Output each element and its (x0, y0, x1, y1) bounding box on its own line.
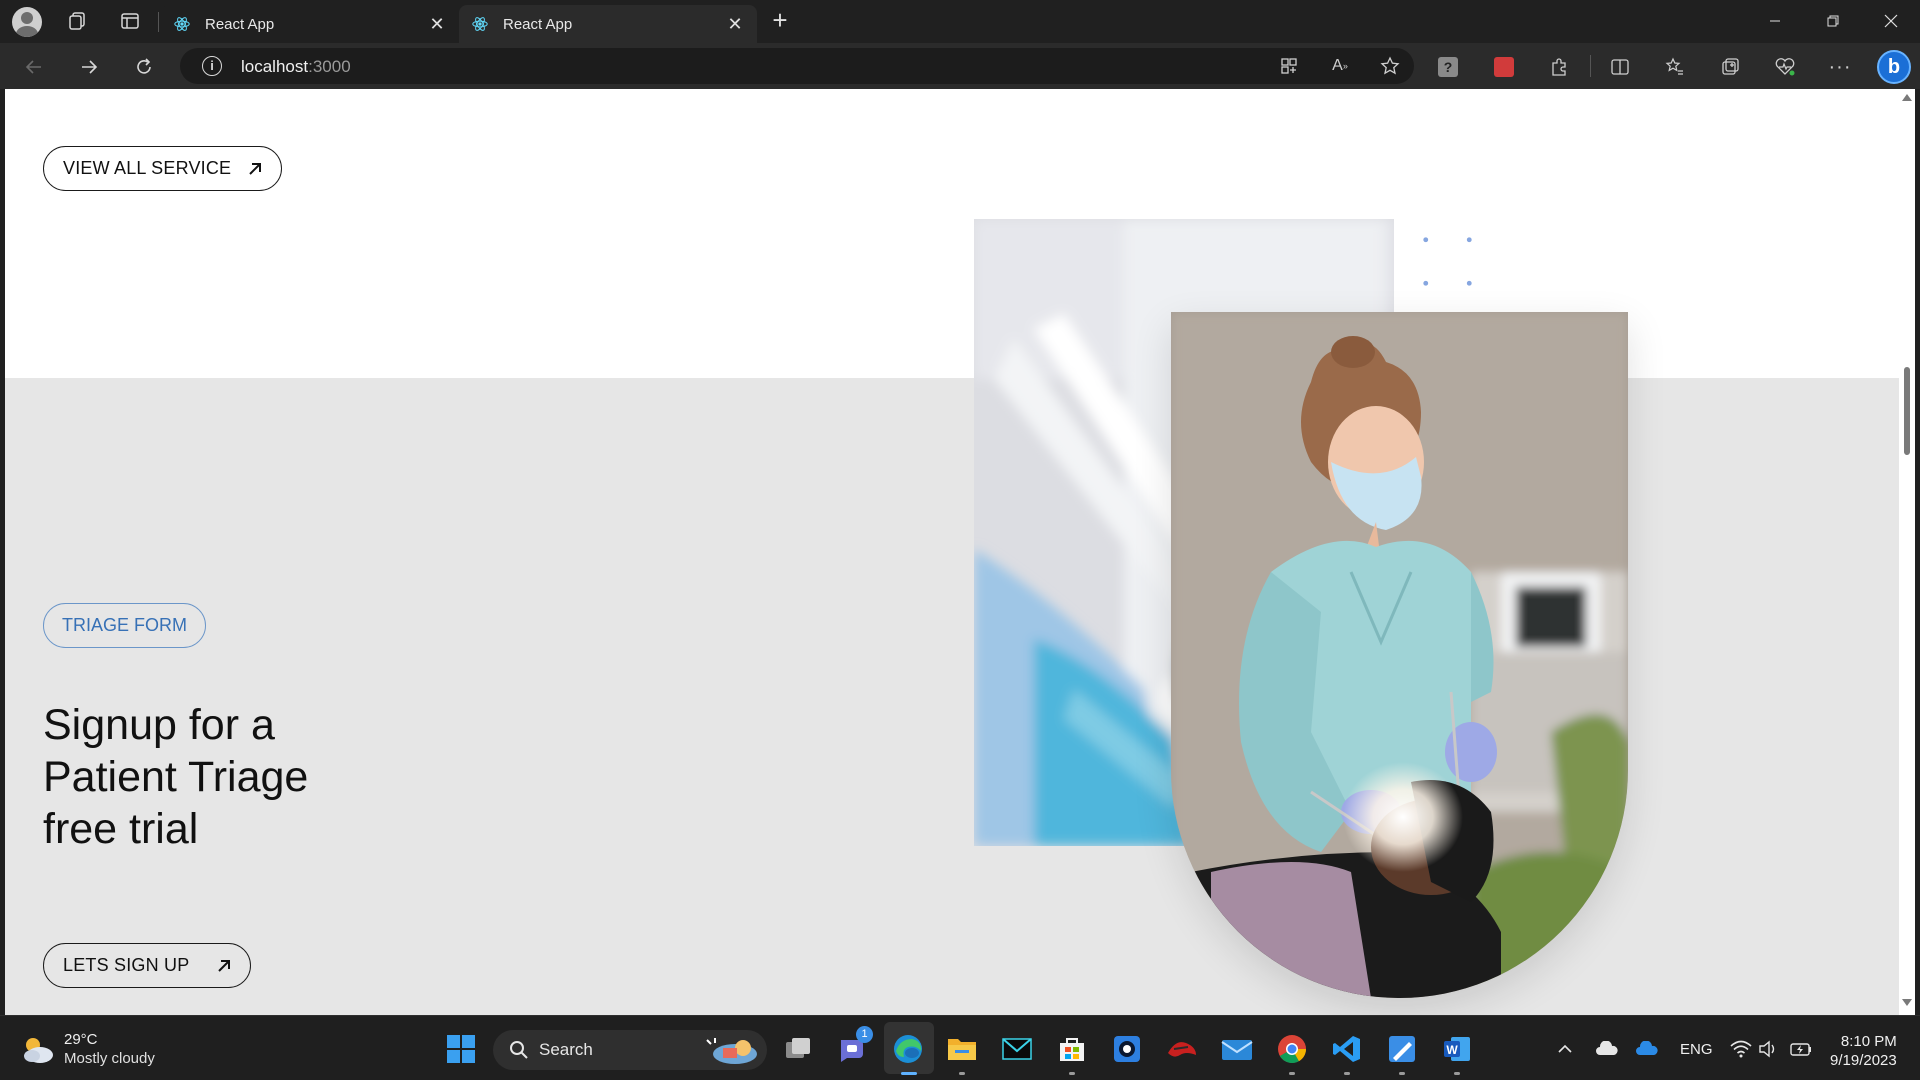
close-window-button[interactable] (1868, 6, 1914, 36)
svg-text:W: W (1446, 1043, 1458, 1057)
tab-bar: React App ✕ React App ✕ + (0, 0, 1920, 43)
restore-button[interactable] (1810, 6, 1856, 36)
favorite-star-icon[interactable] (1374, 50, 1406, 82)
help-extension-icon[interactable]: ? (1432, 51, 1464, 83)
chrome-running-indicator (1289, 1072, 1295, 1075)
arrow-up-right-icon (218, 959, 231, 972)
vscode-icon[interactable] (1330, 1032, 1364, 1066)
lets-sign-up-button[interactable]: LETS SIGN UP (43, 943, 252, 988)
profile-avatar[interactable] (12, 7, 42, 37)
search-icon (510, 1041, 528, 1059)
taskbar-clock[interactable]: 8:10 PM 9/19/2023 (1830, 1032, 1897, 1070)
back-button[interactable] (18, 51, 50, 83)
camera-app-icon[interactable] (1110, 1032, 1144, 1066)
microsoft-store-icon[interactable] (1055, 1032, 1089, 1066)
bing-copilot-icon[interactable]: b (1876, 49, 1912, 85)
tab-react-app-2[interactable]: React App ✕ (459, 5, 757, 43)
minimize-button[interactable] (1752, 6, 1798, 36)
weather-widget[interactable]: 29°C Mostly cloudy (20, 1030, 155, 1068)
vscode-running-indicator (1344, 1072, 1350, 1075)
collections-icon[interactable] (62, 6, 92, 36)
clock-time: 8:10 PM (1840, 1033, 1897, 1050)
edge-browser-icon[interactable] (891, 1032, 925, 1066)
search-label: Search (539, 1040, 593, 1059)
onedrive-cloud-icon[interactable] (1590, 1032, 1624, 1066)
scroll-thumb[interactable] (1904, 367, 1910, 455)
favorites-list-icon[interactable] (1659, 51, 1691, 83)
show-hidden-icons-chevron-icon[interactable] (1548, 1032, 1582, 1066)
vertical-tabs-icon[interactable] (115, 6, 145, 36)
red-app-icon[interactable] (1165, 1032, 1199, 1066)
react-icon (472, 17, 488, 31)
new-tab-button[interactable]: + (766, 7, 794, 35)
chat-badge: 1 (856, 1026, 873, 1043)
windows-taskbar: 29°C Mostly cloudy Search 1 W ENG 8:10 P… (0, 1015, 1920, 1080)
scroll-down-arrow-icon[interactable] (1902, 999, 1912, 1007)
lets-sign-up-label: LETS SIGN UP (63, 955, 190, 975)
store-running-indicator (1069, 1072, 1075, 1075)
url-text: localhost:3000 (241, 57, 351, 76)
extension-red-icon[interactable] (1488, 51, 1520, 83)
tab-title: React App (503, 15, 573, 33)
address-bar: i localhost:3000 A» ? ··· b (0, 43, 1920, 89)
file-explorer-icon[interactable] (945, 1032, 979, 1066)
toolbar-divider (1590, 55, 1591, 77)
view-all-service-label: VIEW ALL SERVICE (63, 158, 232, 178)
volume-icon[interactable] (1752, 1032, 1786, 1066)
refresh-button[interactable] (128, 51, 160, 83)
forward-button[interactable] (73, 51, 105, 83)
drawing-running-indicator (1399, 1072, 1405, 1075)
word-running-indicator (1454, 1072, 1460, 1075)
mail-app-icon[interactable] (1220, 1032, 1254, 1066)
explorer-running-indicator (959, 1072, 965, 1075)
close-tab-icon[interactable]: ✕ (427, 14, 447, 34)
search-highlight-icon (706, 1038, 757, 1064)
windows-start-icon[interactable] (444, 1032, 478, 1066)
cloudy-weather-icon (24, 1038, 53, 1063)
more-menu-icon[interactable]: ··· (1824, 51, 1856, 83)
split-screen-icon[interactable] (1604, 51, 1636, 83)
window-edge (1915, 89, 1920, 1015)
extensions-puzzle-icon[interactable] (1543, 51, 1575, 83)
browser-essentials-icon[interactable] (1769, 51, 1801, 83)
chrome-browser-icon[interactable] (1275, 1032, 1309, 1066)
mail-envelope-icon[interactable] (1000, 1032, 1034, 1066)
teams-chat-icon[interactable]: 1 (836, 1026, 873, 1066)
page-scrollbar[interactable] (1899, 89, 1915, 1015)
app-available-icon[interactable] (1273, 50, 1305, 82)
battery-charging-icon[interactable] (1784, 1032, 1818, 1066)
drawing-app-icon[interactable] (1385, 1032, 1419, 1066)
tab-title: React App (205, 15, 275, 33)
url-field[interactable]: i localhost:3000 A» (180, 48, 1414, 84)
read-aloud-icon[interactable]: A» (1324, 50, 1356, 82)
clock-date: 9/19/2023 (1830, 1052, 1897, 1069)
weather-condition: Mostly cloudy (64, 1050, 155, 1067)
page-viewport: VIEW ALL SERVICE TRIAGE FORM Signup for … (5, 89, 1899, 1015)
onedrive-blue-cloud-icon[interactable] (1630, 1032, 1664, 1066)
edge-running-indicator (901, 1072, 917, 1075)
weather-temperature: 29°C (64, 1031, 98, 1048)
site-info-icon[interactable]: i (202, 56, 222, 76)
task-view-icon[interactable] (781, 1032, 815, 1066)
dentist-with-patient-photo (1171, 312, 1628, 998)
react-icon (174, 17, 190, 31)
word-icon[interactable]: W (1440, 1032, 1474, 1066)
tab-react-app-1[interactable]: React App ✕ (161, 5, 459, 43)
close-tab-icon[interactable]: ✕ (725, 14, 745, 34)
view-all-service-button[interactable]: VIEW ALL SERVICE (43, 146, 283, 191)
language-indicator[interactable]: ENG (1680, 1041, 1713, 1058)
tab-divider (158, 12, 159, 32)
scroll-up-arrow-icon[interactable] (1902, 93, 1912, 101)
taskbar-search[interactable]: Search (493, 1030, 767, 1070)
collections-toolbar-icon[interactable] (1714, 51, 1746, 83)
triage-form-label: TRIAGE FORM (62, 615, 187, 635)
triage-form-tag: TRIAGE FORM (43, 603, 206, 648)
signup-headline: Signup for a Patient Triage free trial (43, 701, 309, 853)
arrow-up-right-icon (249, 162, 262, 175)
